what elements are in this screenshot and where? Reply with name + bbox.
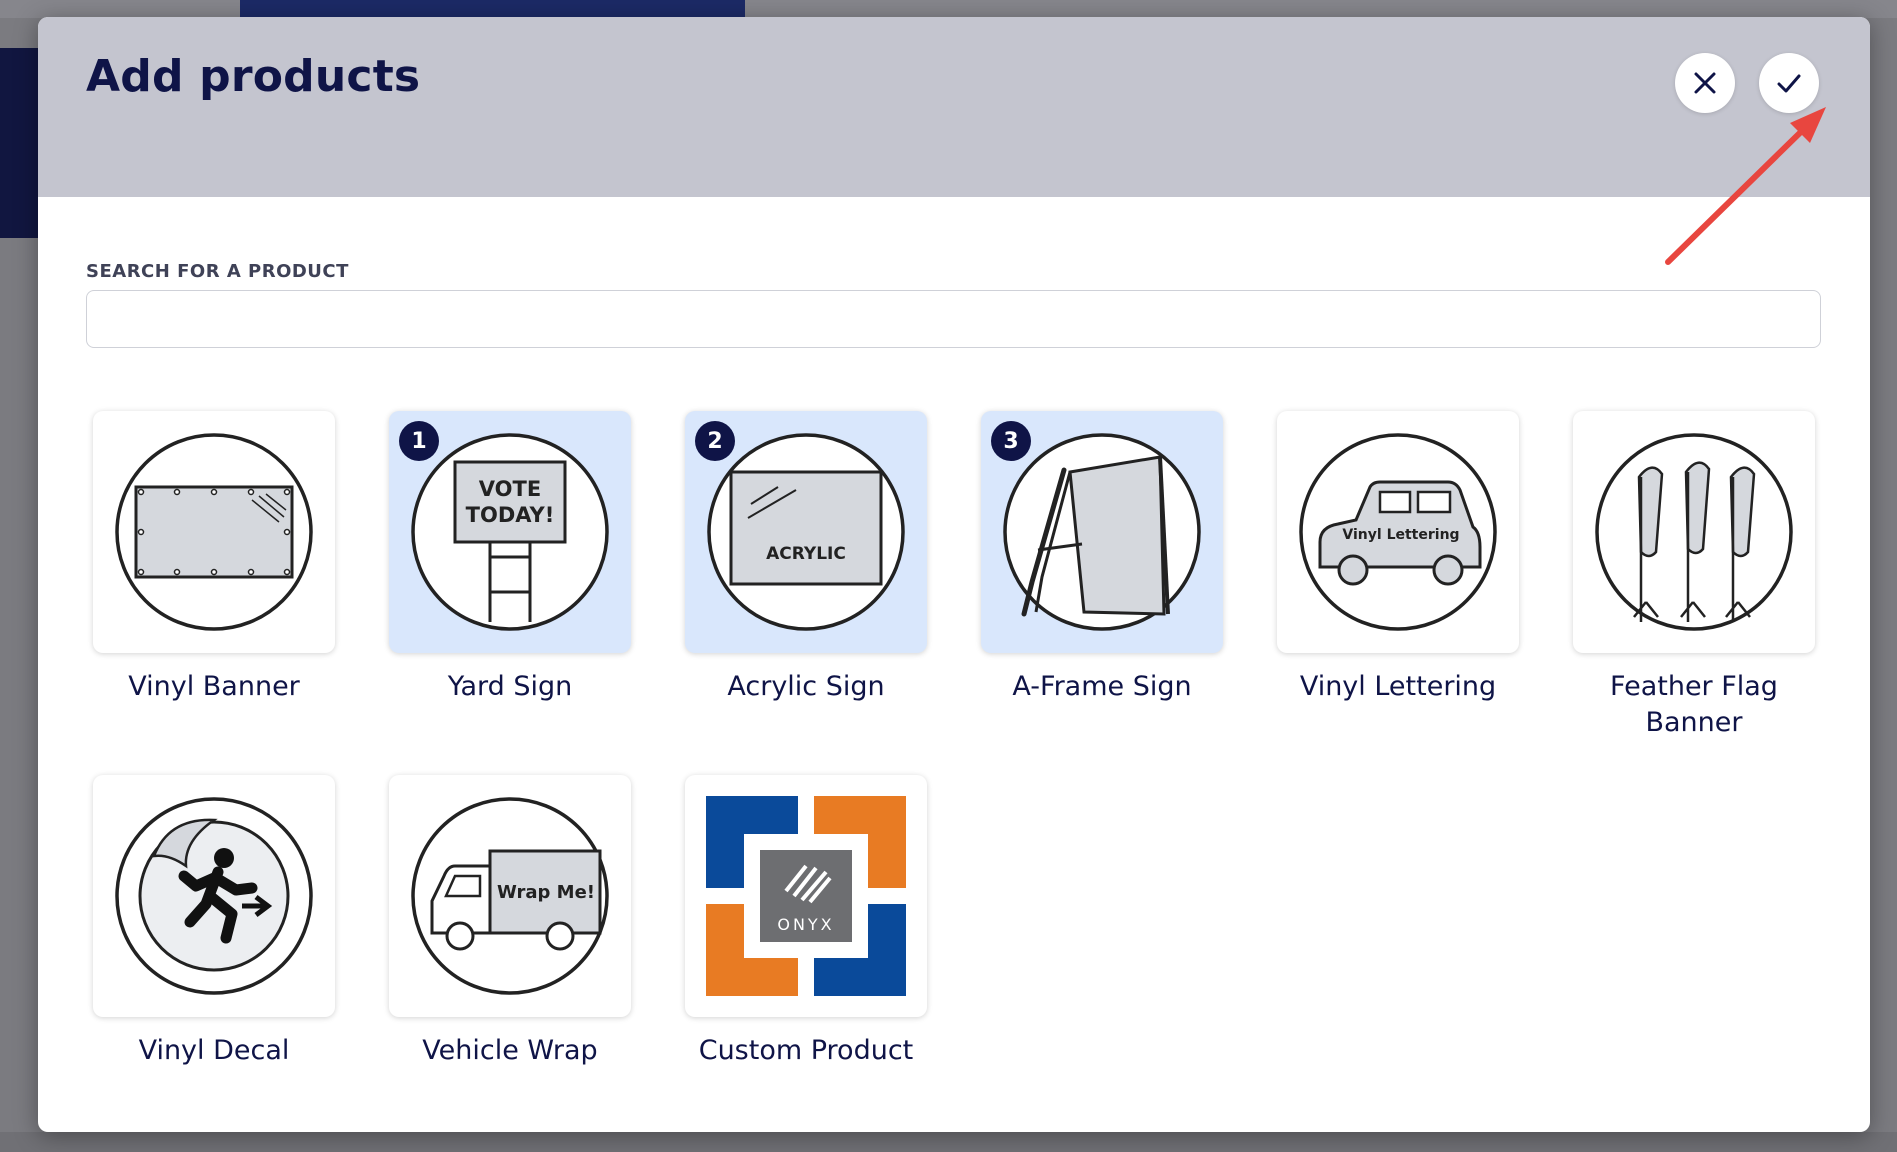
product-label: Custom Product bbox=[698, 1035, 914, 1066]
product-card: Vinyl Lettering bbox=[1277, 411, 1519, 653]
modal-header: Add products bbox=[38, 17, 1870, 197]
product-tile-vehicle-wrap[interactable]: Wrap Me! Vehicle Wrap bbox=[389, 775, 631, 1069]
product-card: 2 ACRYLIC bbox=[685, 411, 927, 653]
product-label: Vehicle Wrap bbox=[422, 1035, 598, 1066]
selection-order-badge: 3 bbox=[991, 421, 1031, 461]
yard-sign-text-2: TODAY! bbox=[466, 503, 555, 527]
product-label: Vinyl Banner bbox=[128, 671, 300, 702]
feather-flag-icon bbox=[1595, 433, 1793, 631]
product-label: Acrylic Sign bbox=[727, 671, 885, 702]
modal-title: Add products bbox=[86, 51, 421, 102]
selection-order-badge: 1 bbox=[399, 421, 439, 461]
vehicle-wrap-icon: Wrap Me! bbox=[411, 797, 609, 995]
a-frame-sign-icon bbox=[1003, 433, 1201, 631]
yard-sign-text-1: VOTE bbox=[479, 477, 541, 501]
product-tile-vinyl-banner[interactable]: Vinyl Banner bbox=[93, 411, 335, 705]
selection-order-badge: 2 bbox=[695, 421, 735, 461]
product-card bbox=[93, 775, 335, 1017]
check-icon bbox=[1777, 74, 1801, 93]
vehicle-wrap-text: Wrap Me! bbox=[497, 882, 595, 903]
search-label: SEARCH FOR A PRODUCT bbox=[86, 261, 349, 282]
product-label: Vinyl Decal bbox=[138, 1035, 290, 1066]
background-topbar bbox=[0, 0, 1897, 18]
vinyl-banner-icon bbox=[115, 433, 313, 631]
close-button[interactable] bbox=[1675, 53, 1735, 113]
vinyl-lettering-icon: Vinyl Lettering bbox=[1299, 433, 1497, 631]
product-tile-feather-flag-banner[interactable]: Feather Flag Banner bbox=[1573, 411, 1815, 741]
product-label: Feather Flag Banner bbox=[1610, 671, 1778, 738]
product-tile-vinyl-decal[interactable]: Vinyl Decal bbox=[93, 775, 335, 1069]
product-card: 3 bbox=[981, 411, 1223, 653]
product-label: A-Frame Sign bbox=[1012, 671, 1192, 702]
vinyl-lettering-text: Vinyl Lettering bbox=[1342, 527, 1459, 543]
add-products-modal: Add products SEARCH FOR A PRODUCT Vinyl … bbox=[38, 17, 1870, 1132]
product-label: Yard Sign bbox=[447, 671, 573, 702]
acrylic-sign-text: ACRYLIC bbox=[766, 544, 846, 564]
product-tile-vinyl-lettering[interactable]: Vinyl Lettering Vinyl Lettering bbox=[1277, 411, 1519, 705]
product-tile-acrylic-sign[interactable]: 2 ACRYLIC Acrylic Sign bbox=[685, 411, 927, 705]
product-tile-custom-product[interactable]: ONYX Custom Product bbox=[685, 775, 927, 1069]
search-input[interactable] bbox=[86, 290, 1821, 348]
acrylic-sign-icon: ACRYLIC bbox=[707, 433, 905, 631]
background-footer bbox=[0, 1132, 1897, 1152]
product-card bbox=[93, 411, 335, 653]
confirm-button[interactable] bbox=[1759, 53, 1819, 113]
product-label: Vinyl Lettering bbox=[1299, 671, 1497, 702]
background-sidebar bbox=[0, 48, 38, 238]
product-card: 1 VOTE TODAY! bbox=[389, 411, 631, 653]
product-card: Wrap Me! bbox=[389, 775, 631, 1017]
product-tile-a-frame-sign[interactable]: 3 A-Frame Sign bbox=[981, 411, 1223, 705]
onyx-logo-icon: ONYX bbox=[706, 796, 906, 996]
background-button bbox=[240, 0, 745, 18]
close-icon bbox=[1694, 72, 1716, 94]
vinyl-decal-icon bbox=[115, 797, 313, 995]
onyx-logo-text: ONYX bbox=[777, 915, 834, 934]
product-card bbox=[1573, 411, 1815, 653]
product-tile-yard-sign[interactable]: 1 VOTE TODAY! Yard Sign bbox=[389, 411, 631, 705]
product-card: ONYX bbox=[685, 775, 927, 1017]
yard-sign-icon: VOTE TODAY! bbox=[411, 433, 609, 631]
